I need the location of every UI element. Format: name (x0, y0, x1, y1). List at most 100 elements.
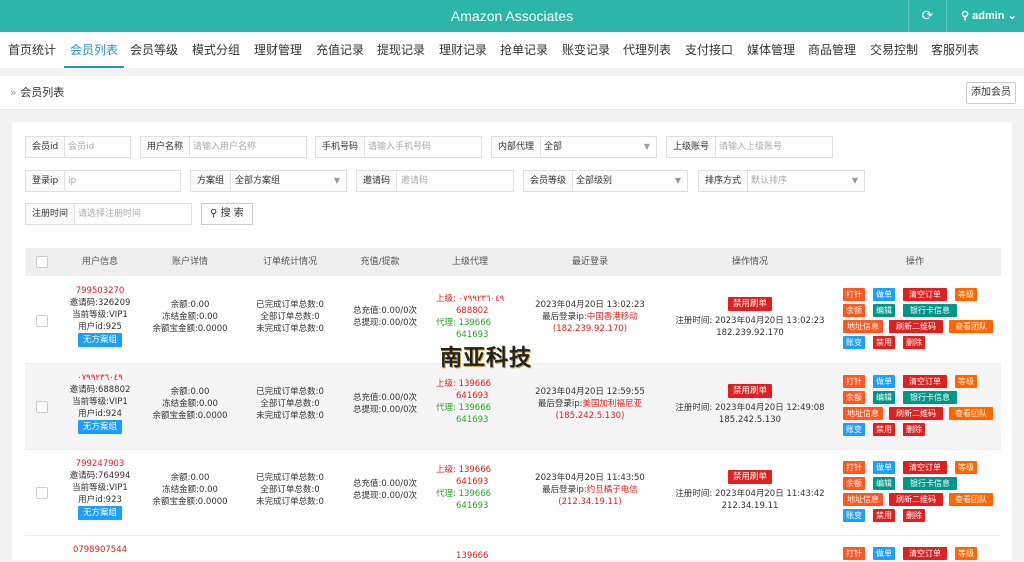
refresh-qr-button[interactable]: 刷新二维码 (889, 493, 943, 506)
username-field[interactable]: 用户名称 请输入用户名称 (140, 136, 307, 158)
row-checkbox[interactable] (36, 487, 48, 499)
search-button[interactable]: ⚲ 搜 索 (201, 203, 253, 225)
user-menu[interactable]: ⚲ admin ⌄ (946, 0, 1024, 32)
nav-item-recharge-records[interactable]: 充值记录 (316, 32, 364, 68)
row-checkbox[interactable] (36, 315, 48, 327)
sort-order-select[interactable]: 排序方式 默认排序 ▼ (698, 170, 865, 192)
clear-orders-button[interactable]: 清空订单 (903, 288, 947, 301)
view-team-button[interactable]: 查看团队 (949, 320, 993, 333)
member-level-select[interactable]: 会员等级 全部级别 ▼ (523, 170, 688, 192)
user-id: 用户id:923 (78, 495, 122, 505)
address-button[interactable]: 地址信息 (843, 320, 883, 333)
refresh-icon[interactable]: ⟳ (908, 0, 946, 32)
address-button[interactable]: 地址信息 (843, 493, 883, 506)
username-label: 用户名称 (141, 137, 191, 157)
disable-button[interactable]: 禁用 (873, 509, 895, 522)
register-time-field[interactable]: 注册时间 请选择注册时间 (25, 203, 192, 225)
clear-orders-button[interactable]: 清空订单 (903, 547, 947, 560)
inject-button[interactable]: 打针 (843, 547, 865, 560)
delete-button[interactable]: 删除 (903, 509, 925, 522)
account-change-button[interactable]: 账变 (843, 423, 865, 436)
disable-button[interactable]: 禁用 (873, 336, 895, 349)
scheme-group-select[interactable]: 方案组 全部方案组 ▼ (190, 170, 347, 192)
register-time: 2023年04月20日 11:43:42 (714, 489, 825, 499)
scheme-group-label: 方案组 (191, 171, 232, 191)
account-change-button[interactable]: 账变 (843, 509, 865, 522)
nav-item-grab-order-records[interactable]: 抢单记录 (500, 32, 548, 68)
bank-card-button[interactable]: 银行卡信息 (903, 391, 957, 404)
make-order-button[interactable]: 做单 (873, 461, 895, 474)
balance-button[interactable]: 余额 (843, 477, 865, 490)
select-all-checkbox[interactable] (36, 256, 48, 268)
nav-item-agent-list[interactable]: 代理列表 (623, 32, 671, 68)
delete-button[interactable]: 删除 (903, 336, 925, 349)
nav-item-finance-manage[interactable]: 理财管理 (254, 32, 302, 68)
inject-button[interactable]: 打针 (843, 288, 865, 301)
row-checkbox[interactable] (36, 401, 48, 413)
bank-card-button[interactable]: 银行卡信息 (903, 477, 957, 490)
nav-item-mode-group[interactable]: 模式分组 (192, 32, 240, 68)
nav-item-payment-interface[interactable]: 支付接口 (685, 32, 733, 68)
view-team-button[interactable]: 查看团队 (949, 493, 993, 506)
level-button[interactable]: 等级 (955, 288, 977, 301)
disable-order-badge[interactable]: 禁用刷单 (727, 470, 772, 484)
nav-item-media-manage[interactable]: 媒体管理 (747, 32, 795, 68)
inject-button[interactable]: 打针 (843, 461, 865, 474)
col-account-detail: 账户详情 (171, 257, 208, 267)
level-button[interactable]: 等级 (955, 461, 977, 474)
balance-button[interactable]: 余额 (843, 391, 865, 404)
nav-item-finance-records[interactable]: 理财记录 (439, 32, 487, 68)
nav-item-withdraw-records[interactable]: 提现记录 (377, 32, 425, 68)
superior-account-field[interactable]: 上级账号 请输入上级账号 (666, 136, 833, 158)
delete-button[interactable]: 删除 (903, 423, 925, 436)
make-order-button[interactable]: 做单 (873, 288, 895, 301)
login-ip-field[interactable]: 登录ip ip (25, 170, 181, 192)
superior-label: 上级: (436, 294, 456, 304)
inject-button[interactable]: 打针 (843, 375, 865, 388)
nav-item-member-level[interactable]: 会员等级 (130, 32, 178, 68)
register-time: 2023年04月20日 12:49:08 (714, 403, 825, 413)
user-level: 当前等级:VIP1 (72, 483, 128, 493)
nav-item-product-manage[interactable]: 商品管理 (808, 32, 856, 68)
balance-button[interactable]: 余额 (843, 304, 865, 317)
bank-card-button[interactable]: 银行卡信息 (903, 304, 957, 317)
edit-button[interactable]: 编辑 (873, 391, 895, 404)
address-button[interactable]: 地址信息 (843, 407, 883, 420)
frozen-amount: 冻结金额:0.00 (162, 312, 218, 322)
level-button[interactable]: 等级 (955, 547, 977, 560)
chevron-down-icon: ▼ (333, 176, 340, 185)
pending-orders: 未完成订单总数:0 (256, 497, 324, 507)
nav-item-trade-control[interactable]: 交易控制 (870, 32, 918, 68)
view-team-button[interactable]: 查看团队 (949, 407, 993, 420)
nav-item-account-change[interactable]: 账变记录 (562, 32, 610, 68)
disable-order-badge[interactable]: 禁用刷单 (727, 384, 772, 398)
add-member-button[interactable]: 添加会员 (966, 82, 1016, 104)
last-login-ip: (212.34.19.11) (558, 497, 622, 507)
refresh-qr-button[interactable]: 刷新二维码 (889, 320, 943, 333)
internal-agent-select[interactable]: 内部代理 全部 ▼ (491, 136, 657, 158)
superior-account-label: 上级账号 (667, 137, 717, 157)
level-button[interactable]: 等级 (955, 375, 977, 388)
make-order-button[interactable]: 做单 (873, 547, 895, 560)
col-user-info: 用户信息 (81, 257, 118, 267)
invite-code-field[interactable]: 邀请码 邀请码 (356, 170, 514, 192)
disable-order-badge[interactable]: 禁用刷单 (727, 297, 772, 311)
disable-button[interactable]: 禁用 (873, 423, 895, 436)
search-button-label: 搜 索 (220, 208, 244, 219)
refresh-qr-button[interactable]: 刷新二维码 (889, 407, 943, 420)
make-order-button[interactable]: 做单 (873, 375, 895, 388)
user-id: 用户id:924 (78, 409, 122, 419)
account-change-button[interactable]: 账变 (843, 336, 865, 349)
edit-button[interactable]: 编辑 (873, 477, 895, 490)
nav-item-service-list[interactable]: 客服列表 (931, 32, 979, 68)
edit-button[interactable]: 编辑 (873, 304, 895, 317)
clear-orders-button[interactable]: 清空订单 (903, 375, 947, 388)
nav-item-home-stats[interactable]: 首页统计 (8, 32, 56, 68)
register-ip: 212.34.19.11 (721, 501, 779, 511)
nav-item-member-list[interactable]: 会员列表 (64, 32, 125, 68)
col-superior-agent: 上级代理 (451, 257, 488, 267)
clear-orders-button[interactable]: 清空订单 (903, 461, 947, 474)
phone-field[interactable]: 手机号码 请输入手机号码 (315, 136, 482, 158)
member-id-field[interactable]: 会员id 会员id (25, 136, 131, 158)
breadcrumb-label: 会员列表 (20, 86, 65, 99)
